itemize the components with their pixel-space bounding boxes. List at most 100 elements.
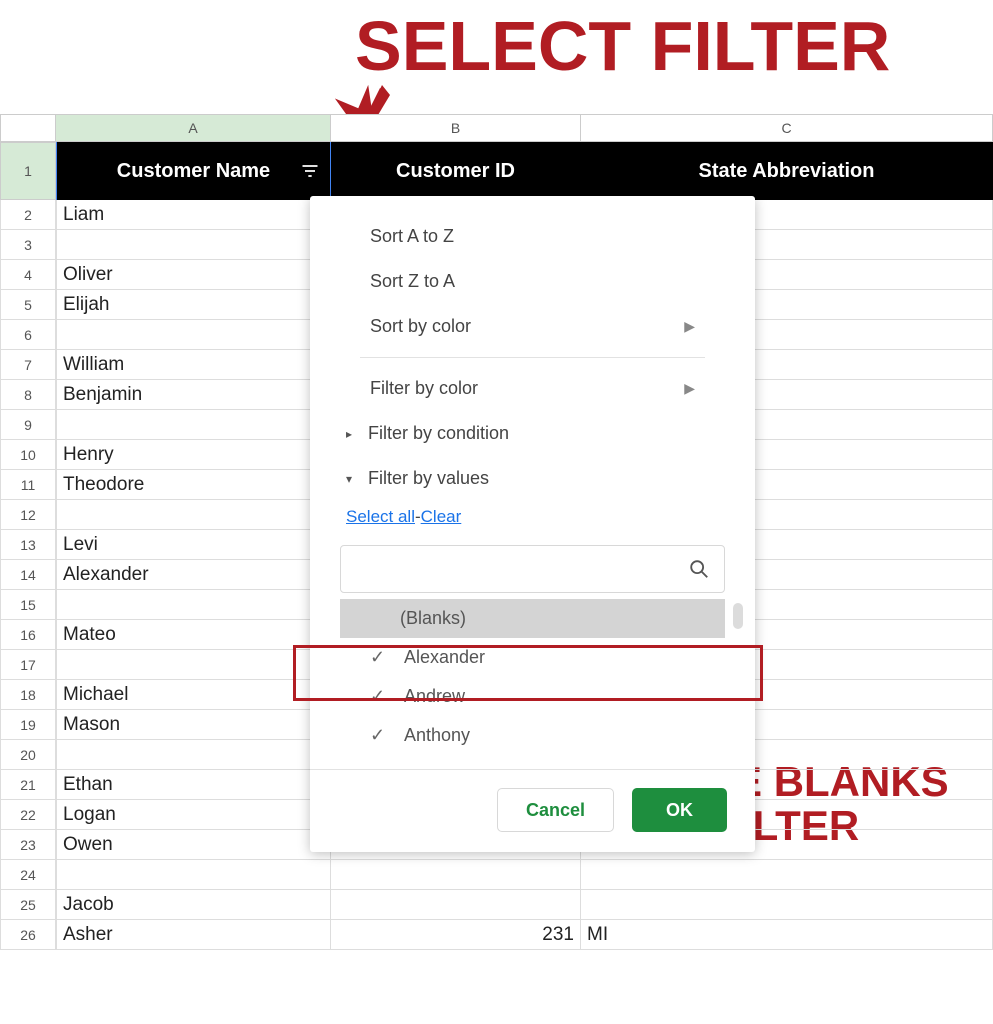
table-row: 24: [0, 860, 993, 890]
cell[interactable]: [331, 890, 581, 920]
cell[interactable]: [56, 650, 331, 680]
row-header[interactable]: 16: [0, 620, 56, 650]
row-header[interactable]: 26: [0, 920, 56, 950]
ok-button[interactable]: OK: [632, 788, 727, 832]
cancel-button[interactable]: Cancel: [497, 788, 614, 832]
sort-by-color[interactable]: Sort by color ▶: [310, 304, 755, 349]
row-header-1[interactable]: 1: [0, 142, 56, 200]
row-header[interactable]: 18: [0, 680, 56, 710]
cell[interactable]: Henry: [56, 440, 331, 470]
cell[interactable]: [581, 890, 993, 920]
table-row: 26Asher231MI: [0, 920, 993, 950]
cell[interactable]: Mason: [56, 710, 331, 740]
sort-a-z-label: Sort A to Z: [370, 226, 454, 247]
sort-by-color-label: Sort by color: [370, 316, 471, 337]
cell[interactable]: Logan: [56, 800, 331, 830]
row-header[interactable]: 25: [0, 890, 56, 920]
cell[interactable]: Michael: [56, 680, 331, 710]
row-header[interactable]: 19: [0, 710, 56, 740]
row-header[interactable]: 5: [0, 290, 56, 320]
cell[interactable]: [56, 320, 331, 350]
select-all-link[interactable]: Select all: [346, 507, 415, 526]
filter-icon[interactable]: [299, 161, 321, 181]
row-header[interactable]: 14: [0, 560, 56, 590]
cell[interactable]: [56, 740, 331, 770]
cell[interactable]: Theodore: [56, 470, 331, 500]
row-header[interactable]: 10: [0, 440, 56, 470]
filter-value-anthony[interactable]: ✓ Anthony: [340, 716, 725, 755]
divider: [360, 357, 705, 358]
filter-value-blanks[interactable]: (Blanks): [340, 599, 725, 638]
sort-a-z[interactable]: Sort A to Z: [310, 214, 755, 259]
col-header-C[interactable]: C: [581, 114, 993, 142]
cell[interactable]: [56, 230, 331, 260]
search-icon: [688, 558, 710, 580]
select-all-corner[interactable]: [0, 114, 56, 142]
row-header[interactable]: 8: [0, 380, 56, 410]
row-header[interactable]: 20: [0, 740, 56, 770]
cell[interactable]: Ethan: [56, 770, 331, 800]
filter-values-list: (Blanks) ✓ Alexander ✓ Andrew ✓ Anthony: [340, 599, 725, 755]
filter-by-values[interactable]: ▾Filter by values: [310, 456, 755, 501]
cell[interactable]: Jacob: [56, 890, 331, 920]
row-header[interactable]: 3: [0, 230, 56, 260]
cell[interactable]: [581, 860, 993, 890]
clear-link[interactable]: Clear: [421, 507, 462, 526]
filter-links: Select all-Clear: [310, 501, 755, 545]
cell[interactable]: Liam: [56, 200, 331, 230]
column-headers: A B C: [0, 114, 993, 142]
header-cell-customer-name[interactable]: Customer Name: [56, 142, 331, 200]
cell[interactable]: William: [56, 350, 331, 380]
header-cell-customer-id[interactable]: Customer ID: [331, 142, 581, 200]
filter-by-condition[interactable]: ▸Filter by condition: [310, 411, 755, 456]
cell[interactable]: Levi: [56, 530, 331, 560]
row-header[interactable]: 24: [0, 860, 56, 890]
cell[interactable]: Oliver: [56, 260, 331, 290]
col-header-A[interactable]: A: [56, 114, 331, 142]
cell[interactable]: MI: [581, 920, 993, 950]
cell[interactable]: 231: [331, 920, 581, 950]
chevron-right-icon: ▶: [684, 318, 695, 335]
sort-z-a-label: Sort Z to A: [370, 271, 455, 292]
scrollbar-thumb[interactable]: [733, 603, 743, 629]
filter-value-alexander[interactable]: ✓ Alexander: [340, 638, 725, 677]
cell[interactable]: [56, 860, 331, 890]
cell[interactable]: [56, 410, 331, 440]
cell[interactable]: Asher: [56, 920, 331, 950]
row-header[interactable]: 13: [0, 530, 56, 560]
filter-value-andrew[interactable]: ✓ Andrew: [340, 677, 725, 716]
row-header[interactable]: 6: [0, 320, 56, 350]
cell[interactable]: [56, 590, 331, 620]
col-header-B[interactable]: B: [331, 114, 581, 142]
cell[interactable]: [331, 860, 581, 890]
cell[interactable]: Elijah: [56, 290, 331, 320]
row-header[interactable]: 23: [0, 830, 56, 860]
filter-by-color-label: Filter by color: [370, 378, 478, 399]
row-header[interactable]: 9: [0, 410, 56, 440]
cell[interactable]: Mateo: [56, 620, 331, 650]
sort-z-a[interactable]: Sort Z to A: [310, 259, 755, 304]
row-header[interactable]: 4: [0, 260, 56, 290]
header-cell-state-abbr[interactable]: State Abbreviation: [581, 142, 993, 200]
filter-value-label: Alexander: [404, 647, 485, 668]
cell[interactable]: Benjamin: [56, 380, 331, 410]
row-header[interactable]: 22: [0, 800, 56, 830]
cell[interactable]: Owen: [56, 830, 331, 860]
row-header[interactable]: 12: [0, 500, 56, 530]
header-label-C: State Abbreviation: [699, 160, 875, 183]
row-header[interactable]: 7: [0, 350, 56, 380]
header-label-A: Customer Name: [117, 160, 270, 183]
header-label-B: Customer ID: [396, 160, 515, 183]
row-header[interactable]: 17: [0, 650, 56, 680]
row-header[interactable]: 15: [0, 590, 56, 620]
row-header[interactable]: 21: [0, 770, 56, 800]
check-icon: ✓: [370, 647, 388, 668]
caret-down-icon: ▾: [346, 472, 358, 486]
cell[interactable]: Alexander: [56, 560, 331, 590]
table-row: 25Jacob: [0, 890, 993, 920]
filter-search-input[interactable]: [340, 545, 725, 593]
row-header[interactable]: 2: [0, 200, 56, 230]
cell[interactable]: [56, 500, 331, 530]
filter-by-color[interactable]: Filter by color ▶: [310, 366, 755, 411]
row-header[interactable]: 11: [0, 470, 56, 500]
